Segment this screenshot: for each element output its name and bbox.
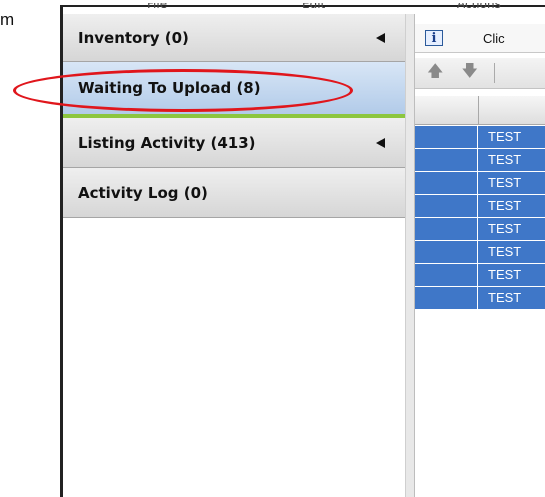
table-row[interactable]: TEST [415,287,545,310]
expand-arrow-icon[interactable] [376,32,385,43]
nav-item-inventory[interactable]: Inventory (0) [63,14,405,62]
nav-item-label: Listing Activity (413) [78,133,256,152]
row-selector[interactable] [415,264,478,286]
nav-item-waiting-to-upload[interactable]: Waiting To Upload (8) [63,62,405,118]
arrow-up-icon[interactable]: 🡅 [427,60,443,87]
main-grid-panel: i Clic 🡅 🡇 TEST TEST TEST TEST TEST TEST… [415,14,545,497]
table-cell: TEST [488,267,522,282]
table-cell: TEST [488,221,522,236]
menu-item-file[interactable]: File [147,3,167,11]
nav-item-activity-log[interactable]: Activity Log (0) [63,168,405,218]
table-cell: TEST [488,152,522,167]
menu-item-actions[interactable]: Actions [457,3,501,11]
table-row[interactable]: TEST [415,218,545,241]
sidebar-empty-area [63,218,405,497]
menu-bar: File Edit Actions [127,3,545,13]
info-bar: i Clic [415,24,545,53]
table-cell: TEST [488,198,522,213]
row-selector[interactable] [415,287,478,309]
expand-arrow-icon[interactable] [376,137,385,148]
nav-item-listing-activity[interactable]: Listing Activity (413) [63,118,405,168]
nav-item-label: Waiting To Upload (8) [78,79,261,97]
background-text-fragment: m [0,10,15,29]
nav-item-label: Activity Log (0) [78,183,208,202]
grid-toolbar: 🡅 🡇 [415,58,545,89]
info-icon[interactable]: i [425,30,443,46]
row-selector[interactable] [415,126,478,148]
row-selector[interactable] [415,195,478,217]
table-row[interactable]: TEST [415,126,545,149]
grid-rows: TEST TEST TEST TEST TEST TEST TEST TEST [415,126,545,310]
row-selector[interactable] [415,241,478,263]
table-cell: TEST [488,129,522,144]
info-bar-text: Clic [483,30,505,46]
row-selector[interactable] [415,149,478,171]
grid-header [415,96,545,125]
menu-item-edit[interactable]: Edit [302,3,325,11]
nav-item-label: Inventory (0) [78,28,189,47]
arrow-down-icon[interactable]: 🡇 [461,60,477,87]
table-cell: TEST [488,244,522,259]
table-row[interactable]: TEST [415,241,545,264]
sidebar: Inventory (0) Waiting To Upload (8) List… [63,14,406,497]
table-cell: TEST [488,175,522,190]
table-row[interactable]: TEST [415,264,545,287]
table-row[interactable]: TEST [415,149,545,172]
table-row[interactable]: TEST [415,195,545,218]
table-row[interactable]: TEST [415,172,545,195]
row-selector[interactable] [415,218,478,240]
toolbar-separator [493,63,495,83]
grid-header-select-column[interactable] [415,96,479,124]
panel-splitter[interactable] [405,14,415,497]
row-selector[interactable] [415,172,478,194]
table-cell: TEST [488,290,522,305]
